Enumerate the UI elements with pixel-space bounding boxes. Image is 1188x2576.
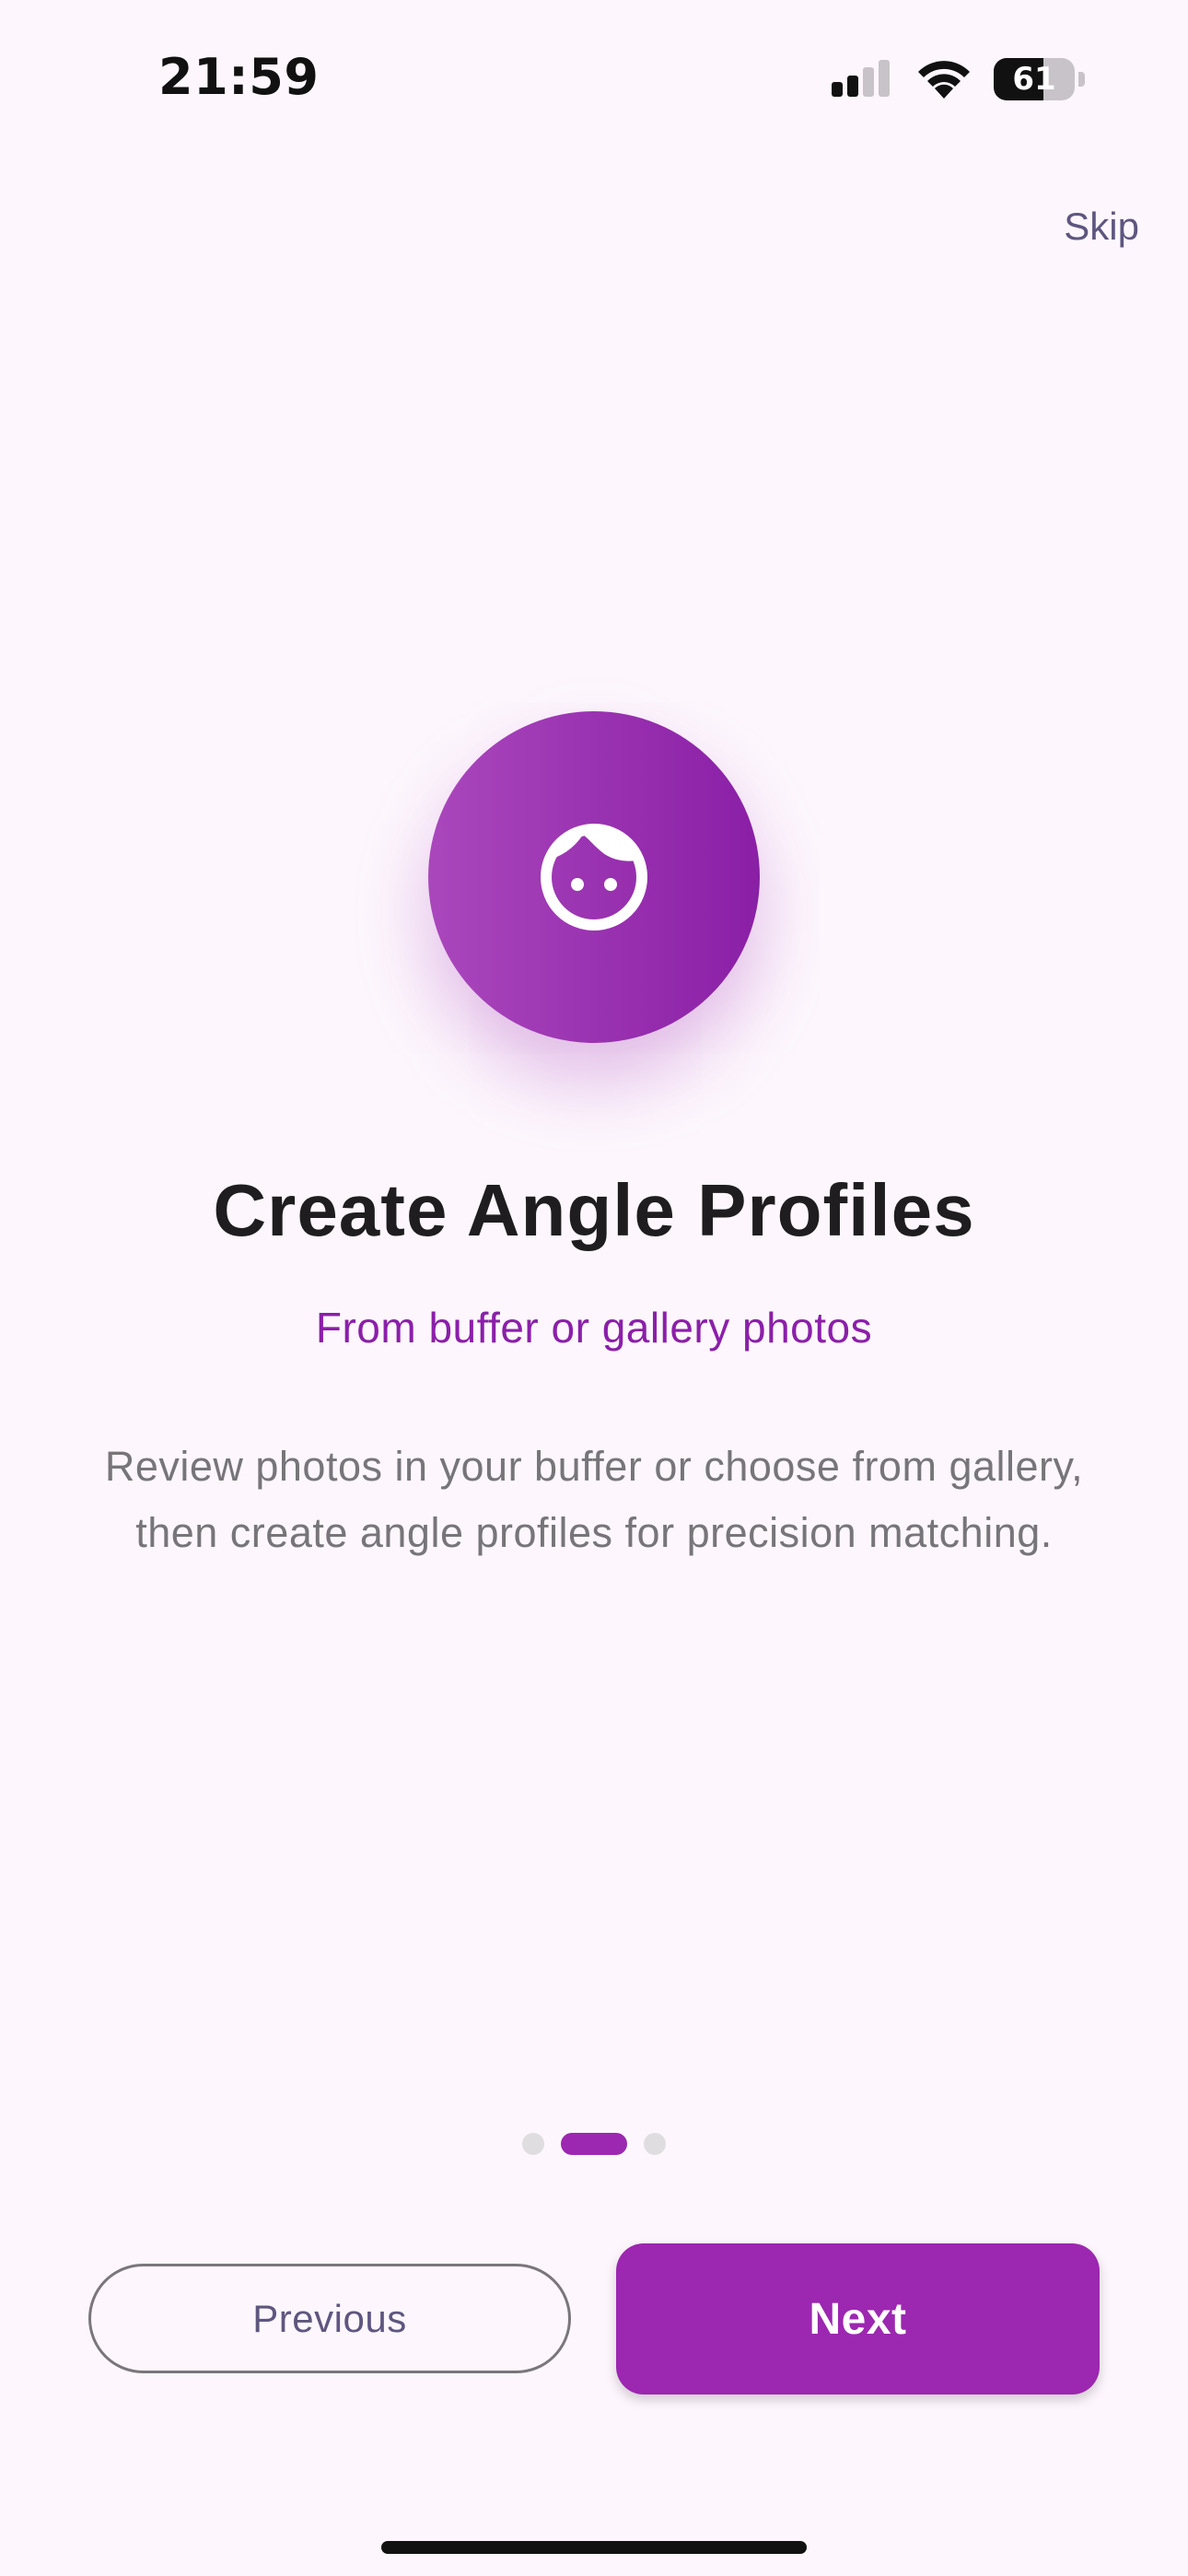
page-subtitle: From buffer or gallery photos bbox=[315, 1304, 873, 1352]
page-title: Create Angle Profiles bbox=[213, 1169, 975, 1251]
battery-level: 61 bbox=[1012, 61, 1056, 98]
page-dot-3 bbox=[644, 2133, 666, 2155]
page-dot-1 bbox=[522, 2133, 544, 2155]
status-time: 21:59 bbox=[158, 48, 320, 106]
onboarding-screen: 21:59 61 Skip Create Angle Profiles From… bbox=[0, 0, 1188, 2576]
cellular-signal-icon bbox=[832, 60, 890, 97]
battery-nub bbox=[1078, 72, 1085, 87]
wifi-icon bbox=[918, 61, 970, 99]
face-icon bbox=[541, 824, 647, 931]
next-button[interactable]: Next bbox=[616, 2243, 1100, 2395]
hero-circle bbox=[428, 711, 760, 1043]
skip-button[interactable]: Skip bbox=[1064, 205, 1139, 249]
page-dot-2-active bbox=[561, 2133, 627, 2155]
previous-button[interactable]: Previous bbox=[88, 2264, 571, 2373]
home-indicator[interactable] bbox=[381, 2541, 807, 2554]
battery-icon: 61 bbox=[994, 58, 1075, 100]
page-indicator bbox=[0, 2133, 1188, 2155]
page-description: Review photos in your buffer or choose f… bbox=[104, 1443, 1084, 1556]
status-icons: 61 bbox=[830, 57, 1085, 101]
